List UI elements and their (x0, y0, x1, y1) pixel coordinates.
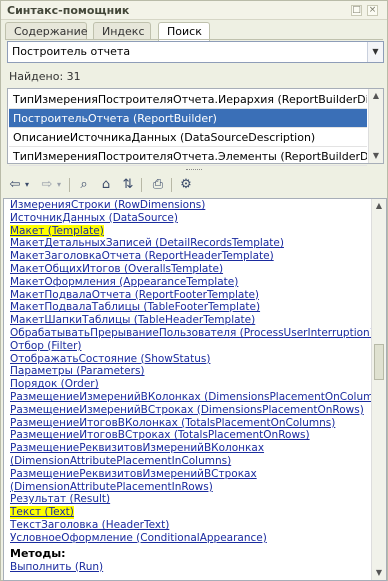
search-value: Построитель отчета (12, 45, 131, 58)
methods-heading: Методы: (10, 546, 66, 560)
properties-list: ИзмеренияСтроки (RowDimensions) Источник… (10, 199, 386, 574)
splitter[interactable] (1, 167, 387, 173)
print-icon[interactable]: ⎙ (149, 176, 167, 194)
property-link[interactable]: РазмещениеРеквизитовИзмеренийВСтроках (10, 468, 370, 481)
property-link[interactable]: ТекстЗаголовка (HeaderText) (10, 519, 370, 532)
toolbar: ⇦ ▾ ⇨ ▾ ⌕ ⌂ ⇅ ⎙ ⚙ (3, 174, 387, 196)
property-link[interactable]: РазмещениеИзмеренийВКолонках (Dimensions… (10, 391, 386, 404)
results-scrollbar[interactable]: ▲ ▼ (368, 89, 383, 163)
result-row[interactable]: ТипИзмеренияПостроителяОтчета.Иерархия (… (9, 90, 367, 109)
result-row-selected[interactable]: ПостроительОтчета (ReportBuilder) (9, 109, 367, 128)
window-title: Синтакс-помощник (7, 4, 130, 17)
found-count: Найдено: 31 (9, 70, 81, 83)
content-scrollbar[interactable]: ▲ ▼ (371, 199, 386, 580)
toolbar-separator (141, 178, 142, 192)
scroll-down-icon[interactable]: ▼ (371, 151, 381, 161)
property-link[interactable]: ОбрабатыватьПрерываниеПользователя (Proc… (10, 327, 374, 340)
property-link[interactable]: РазмещениеИтоговВСтроках (TotalsPlacemen… (10, 429, 370, 442)
sync-icon[interactable]: ⇅ (119, 176, 137, 194)
scroll-down-icon[interactable]: ▼ (374, 568, 384, 578)
tab-bar: Содержание Индекс Поиск (5, 22, 385, 41)
toolbar-separator (69, 178, 70, 192)
scroll-up-icon[interactable]: ▲ (374, 201, 384, 211)
help-content-pane: ИзмеренияСтроки (RowDimensions) Источник… (3, 198, 387, 581)
scroll-up-icon[interactable]: ▲ (371, 91, 381, 101)
scroll-thumb[interactable] (374, 344, 384, 380)
property-link[interactable]: РазмещениеИзмеренийВСтроках (DimensionsP… (10, 404, 370, 417)
property-link[interactable]: МакетПодвалаОтчета (ReportFooterTemplate… (10, 289, 370, 302)
chevron-down-icon[interactable]: ▼ (367, 42, 383, 62)
property-link[interactable]: ИсточникДанных (DataSource) (10, 212, 370, 225)
tab-contents[interactable]: Содержание (5, 22, 88, 40)
property-link-highlighted[interactable]: Текст (Text) (10, 506, 74, 519)
find-in-list-icon[interactable]: ⌕ (75, 176, 93, 194)
splitter-grip (186, 169, 202, 171)
result-row[interactable]: ТипИзмеренияПостроителяОтчета.Элементы (… (9, 147, 367, 166)
property-link[interactable]: Результат (Result) (10, 493, 370, 506)
search-input[interactable]: Построитель отчета ▼ (7, 41, 384, 63)
forward-dropdown-icon[interactable]: ▾ (55, 176, 63, 194)
property-link[interactable]: УсловноеОформление (ConditionalAppearanc… (10, 532, 370, 545)
back-icon[interactable]: ⇦ (7, 176, 23, 194)
property-link[interactable]: ОтображатьСостояние (ShowStatus) (10, 353, 370, 366)
property-link[interactable]: (DimensionAttributePlacementInRows) (10, 481, 370, 494)
method-link[interactable]: Выполнить (Run) (10, 561, 370, 574)
property-link[interactable]: МакетОбщихИтогов (OverallsTemplate) (10, 263, 370, 276)
tab-divider (5, 39, 383, 40)
search-results-list: ТипИзмеренияПостроителяОтчета.Иерархия (… (7, 88, 384, 166)
property-link[interactable]: МакетПодвалаТаблицы (TableFooterTemplate… (10, 301, 370, 314)
property-link[interactable]: МакетДетальныхЗаписей (DetailRecordsTemp… (10, 237, 370, 250)
home-icon[interactable]: ⌂ (97, 176, 115, 194)
close-icon[interactable]: × (367, 5, 378, 16)
property-link[interactable]: Параметры (Parameters) (10, 365, 370, 378)
tab-index[interactable]: Индекс (93, 22, 151, 40)
property-link[interactable]: РазмещениеИтоговВКолонках (TotalsPlaceme… (10, 417, 370, 430)
back-dropdown-icon[interactable]: ▾ (23, 176, 31, 194)
property-link[interactable]: Отбор (Filter) (10, 340, 370, 353)
property-link[interactable]: (DimensionAttributePlacementInColumns) (10, 455, 370, 468)
property-link[interactable]: МакетЗаголовкаОтчета (ReportHeaderTempla… (10, 250, 370, 263)
toolbar-separator (171, 178, 172, 192)
result-row[interactable]: ОписаниеИсточникаДанных (DataSourceDescr… (9, 128, 367, 147)
settings-icon[interactable]: ⚙ (177, 176, 195, 194)
property-link[interactable]: Порядок (Order) (10, 378, 370, 391)
property-link[interactable]: РазмещениеРеквизитовИзмеренийВКолонках (10, 442, 370, 455)
property-link[interactable]: МакетОформления (AppearanceTemplate) (10, 276, 370, 289)
maximize-icon[interactable]: □ (351, 5, 362, 16)
property-link[interactable]: ИзмеренияСтроки (RowDimensions) (10, 199, 370, 212)
syntax-helper-window: Синтакс-помощник □ × Содержание Индекс П… (0, 0, 388, 581)
title-bar: Синтакс-помощник □ × (1, 1, 387, 20)
forward-icon[interactable]: ⇨ (39, 176, 55, 194)
property-link[interactable]: МакетШапкиТаблицы (TableHeaderTemplate) (10, 314, 370, 327)
property-link-highlighted[interactable]: Макет (Template) (10, 224, 104, 238)
